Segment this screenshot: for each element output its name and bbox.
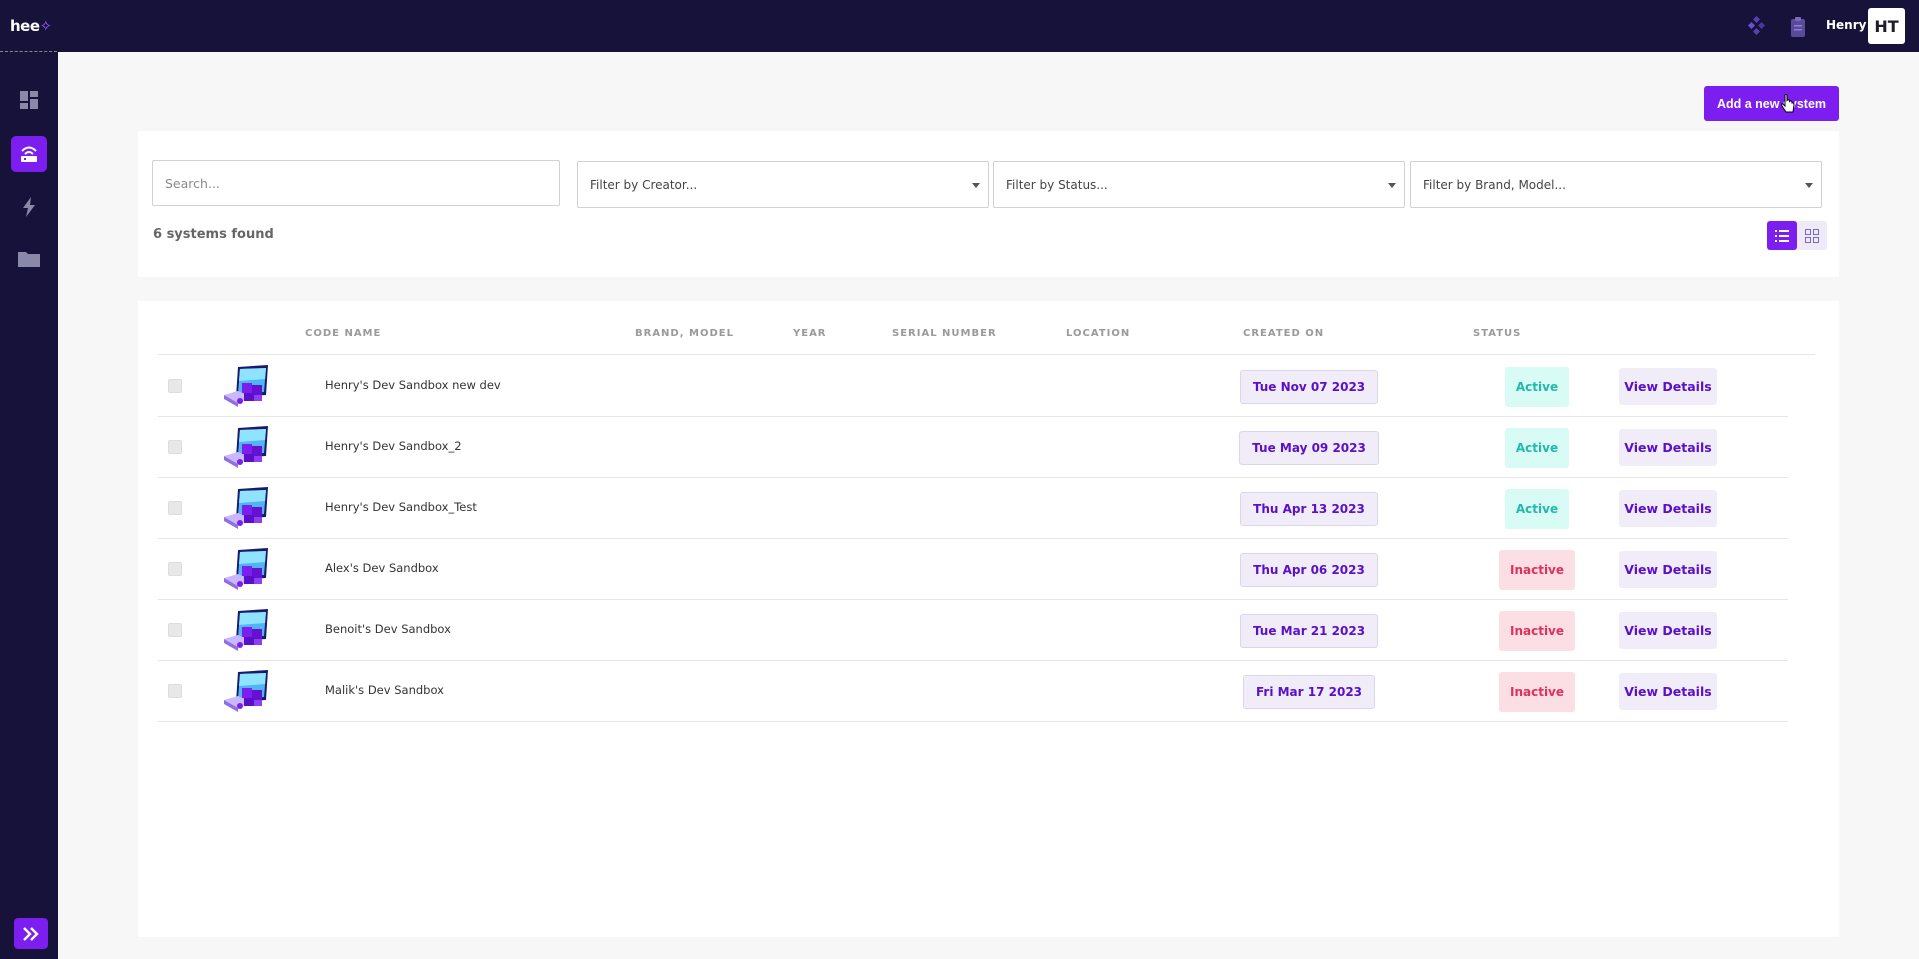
created-on-badge: Thu Apr 06 2023 bbox=[1240, 552, 1378, 587]
status-text: Active bbox=[1504, 428, 1570, 468]
view-details-button[interactable]: View Details bbox=[1619, 490, 1717, 527]
table-row: Henry's Dev Sandbox_Test Thu Apr 13 2023 A… bbox=[158, 478, 1788, 539]
created-on-badge: Thu Apr 13 2023 bbox=[1240, 491, 1378, 526]
status-filter-label: Filter by Status... bbox=[1006, 177, 1108, 192]
column-header-code-name[interactable]: CODE NAME bbox=[305, 328, 381, 339]
logo-accent: ✧ bbox=[39, 17, 53, 35]
code-name[interactable]: Alex's Dev Sandbox bbox=[325, 561, 439, 575]
view-details-button[interactable]: View Details bbox=[1619, 551, 1717, 588]
code-name[interactable]: Henry's Dev Sandbox_2 bbox=[325, 439, 462, 453]
clipboard-icon[interactable] bbox=[1788, 16, 1808, 37]
row-checkbox[interactable] bbox=[168, 440, 182, 454]
row-checkbox[interactable] bbox=[168, 562, 182, 576]
created-on-badge: Tue May 09 2023 bbox=[1239, 430, 1379, 465]
status-badge: Inactive bbox=[1487, 611, 1587, 651]
created-on-text: Tue May 09 2023 bbox=[1239, 430, 1379, 465]
expand-sidebar-button[interactable] bbox=[14, 918, 48, 949]
filter-panel: Filter by Creator... Filter by Status...… bbox=[138, 131, 1839, 277]
created-on-text: Thu Apr 06 2023 bbox=[1240, 552, 1378, 587]
row-checkbox[interactable] bbox=[168, 379, 182, 393]
code-name[interactable]: Henry's Dev Sandbox_Test bbox=[325, 500, 477, 514]
creator-filter-label: Filter by Creator... bbox=[590, 177, 698, 192]
creator-filter-select[interactable]: Filter by Creator... bbox=[577, 161, 989, 208]
created-on-badge: Fri Mar 17 2023 bbox=[1242, 674, 1376, 709]
created-on-text: Tue Mar 21 2023 bbox=[1239, 613, 1379, 648]
brand-filter-select[interactable]: Filter by Brand, Model... bbox=[1410, 161, 1822, 208]
pointer-cursor-icon bbox=[1780, 94, 1796, 118]
code-name[interactable]: Henry's Dev Sandbox new dev bbox=[325, 378, 501, 392]
router-icon[interactable] bbox=[11, 136, 47, 172]
created-on-badge: Tue Nov 07 2023 bbox=[1239, 369, 1379, 404]
systems-table: CODE NAME BRAND, MODEL YEAR SERIAL NUMBE… bbox=[138, 301, 1839, 937]
table-header: CODE NAME BRAND, MODEL YEAR SERIAL NUMBE… bbox=[158, 325, 1815, 355]
avatar[interactable]: HT bbox=[1868, 8, 1905, 44]
chevron-down-icon bbox=[972, 183, 980, 188]
brand-filter-label: Filter by Brand, Model... bbox=[1423, 177, 1566, 192]
created-on-text: Tue Nov 07 2023 bbox=[1239, 369, 1379, 404]
list-view-icon[interactable] bbox=[1767, 221, 1797, 250]
status-text: Active bbox=[1504, 489, 1570, 529]
status-badge: Active bbox=[1487, 367, 1587, 407]
chevron-down-icon bbox=[1805, 183, 1813, 188]
column-header-serial-number[interactable]: SERIAL NUMBER bbox=[892, 328, 997, 339]
table-row: Henry's Dev Sandbox new dev Tue Nov 07 20… bbox=[158, 356, 1788, 417]
view-details-button[interactable]: View Details bbox=[1619, 429, 1717, 466]
system-thumbnail bbox=[222, 670, 270, 714]
table-row: Henry's Dev Sandbox_2 Tue May 09 2023 Acti… bbox=[158, 417, 1788, 478]
table-row: Benoit's Dev Sandbox Tue Mar 21 2023 Inact… bbox=[158, 600, 1788, 661]
view-details-button[interactable]: View Details bbox=[1619, 368, 1717, 405]
lightning-icon[interactable] bbox=[11, 189, 47, 225]
column-header-created-on[interactable]: CREATED ON bbox=[1243, 328, 1324, 339]
add-system-button[interactable]: Add a new system bbox=[1704, 86, 1839, 121]
view-toggle bbox=[1767, 221, 1827, 250]
status-badge: Active bbox=[1487, 428, 1587, 468]
table-row: Malik's Dev Sandbox Fri Mar 17 2023 Inacti… bbox=[158, 661, 1788, 722]
system-thumbnail bbox=[222, 487, 270, 531]
status-text: Inactive bbox=[1498, 550, 1576, 590]
row-checkbox[interactable] bbox=[168, 684, 182, 698]
status-badge: Active bbox=[1487, 489, 1587, 529]
status-text: Inactive bbox=[1498, 672, 1576, 712]
app-logo[interactable]: hee✧ bbox=[10, 17, 52, 35]
created-on-text: Fri Mar 17 2023 bbox=[1242, 674, 1376, 709]
table-row: Alex's Dev Sandbox Thu Apr 06 2023 Inactiv… bbox=[158, 539, 1788, 600]
column-header-brand-model[interactable]: BRAND, MODEL bbox=[635, 328, 734, 339]
column-header-status[interactable]: STATUS bbox=[1473, 328, 1521, 339]
system-thumbnail bbox=[222, 365, 270, 409]
logo-text: hee bbox=[10, 17, 40, 35]
column-header-location[interactable]: LOCATION bbox=[1066, 328, 1130, 339]
status-text: Inactive bbox=[1498, 611, 1576, 651]
system-thumbnail bbox=[222, 609, 270, 653]
status-badge: Inactive bbox=[1487, 672, 1587, 712]
system-thumbnail bbox=[222, 548, 270, 592]
results-count: 6 systems found bbox=[153, 227, 274, 242]
status-text: Active bbox=[1504, 367, 1570, 407]
code-name[interactable]: Malik's Dev Sandbox bbox=[325, 683, 444, 697]
sidebar bbox=[0, 52, 58, 959]
view-details-button[interactable]: View Details bbox=[1619, 612, 1717, 649]
created-on-badge: Tue Mar 21 2023 bbox=[1239, 613, 1379, 648]
row-checkbox[interactable] bbox=[168, 501, 182, 515]
row-checkbox[interactable] bbox=[168, 623, 182, 637]
code-name[interactable]: Benoit's Dev Sandbox bbox=[325, 622, 451, 636]
folder-icon[interactable] bbox=[11, 241, 47, 277]
status-filter-select[interactable]: Filter by Status... bbox=[993, 161, 1405, 208]
system-thumbnail bbox=[222, 426, 270, 470]
search-input[interactable] bbox=[152, 160, 560, 206]
top-bar: hee✧ Henry HT bbox=[0, 0, 1919, 52]
diamond-icon[interactable] bbox=[1747, 15, 1767, 36]
status-badge: Inactive bbox=[1487, 550, 1587, 590]
grid-view-icon[interactable] bbox=[1797, 221, 1827, 250]
created-on-text: Thu Apr 13 2023 bbox=[1240, 491, 1378, 526]
chevron-down-icon bbox=[1388, 183, 1396, 188]
column-header-year[interactable]: YEAR bbox=[793, 328, 827, 339]
user-name[interactable]: Henry bbox=[1826, 18, 1866, 32]
dashboard-icon[interactable] bbox=[11, 82, 47, 118]
view-details-button[interactable]: View Details bbox=[1619, 673, 1717, 710]
